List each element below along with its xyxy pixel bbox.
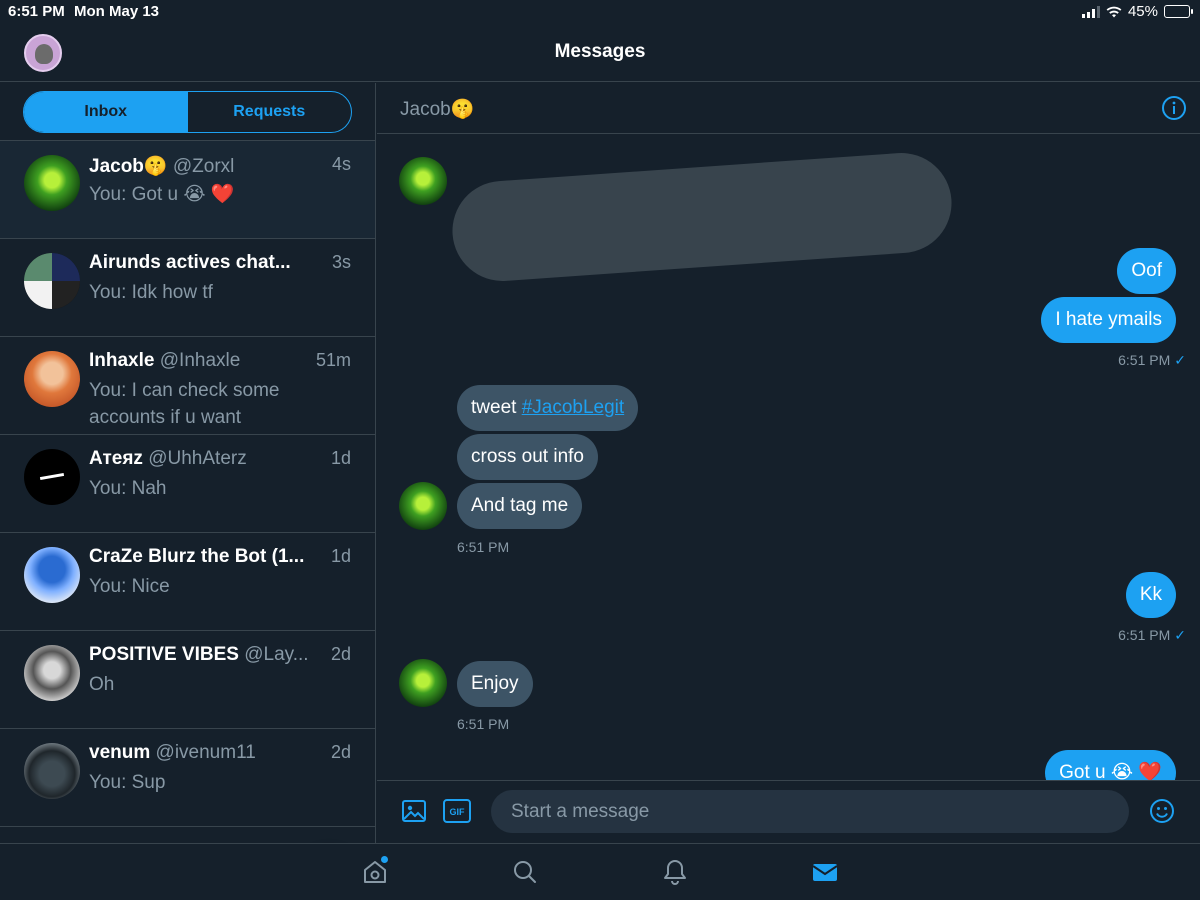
message-bubble[interactable]: Kk xyxy=(1125,572,1176,618)
tab-search[interactable] xyxy=(512,858,538,891)
message-timestamp: 6:51 PM xyxy=(457,539,510,555)
unread-dot xyxy=(381,856,388,863)
emoji-icon xyxy=(1150,799,1174,823)
conversation-preview: You: Nah xyxy=(89,478,167,499)
notifications-icon xyxy=(664,860,686,885)
battery-icon xyxy=(1164,5,1193,18)
conversation-item[interactable]: venum @ivenum11 2d You: Sup xyxy=(0,729,375,827)
conversation-item[interactable]: CraZe Blurz the Bot (1... 1d You: Nice xyxy=(0,533,375,631)
conversation-handle: @Zorxl xyxy=(172,156,235,177)
sender-avatar xyxy=(399,482,447,530)
status-date: Mon May 13 xyxy=(74,3,160,20)
avatar xyxy=(24,155,80,211)
conversation-item[interactable]: Inhaxle @Inhaxle 51m You: I can check so… xyxy=(0,337,375,435)
avatar xyxy=(24,351,80,407)
svg-text:GIF: GIF xyxy=(450,807,466,817)
avatar xyxy=(24,547,80,603)
conversation-name: venum xyxy=(89,742,151,763)
chat-header: Jacob🤫 xyxy=(377,83,1200,134)
message-bubble[interactable]: Got u 😭 ❤️ xyxy=(1045,750,1176,780)
conversation-name: Inhaxle xyxy=(89,350,155,371)
message-bubble[interactable]: tweet #JacobLegit xyxy=(457,385,639,431)
conversation-time: 2d xyxy=(330,742,351,762)
messages-icon xyxy=(812,864,838,881)
conversation-item[interactable]: Airunds actives chat... 3s You: Idk how … xyxy=(0,239,375,337)
conversation-handle: @Inhaxle xyxy=(159,350,241,371)
page-title: Messages xyxy=(554,41,646,62)
message-thread: Oof I hate ymails 6:51 PM ✓ tweet #JacobL… xyxy=(377,135,1200,780)
emoji-button[interactable] xyxy=(1149,798,1175,829)
info-icon xyxy=(1162,96,1186,120)
conversation-preview: You: Idk how tf xyxy=(89,282,213,303)
message-input[interactable]: Start a message xyxy=(491,790,1129,833)
conversation-time: 51m xyxy=(315,350,351,370)
tab-inbox[interactable]: Inbox xyxy=(24,92,188,132)
conversation-time: 3s xyxy=(331,252,351,272)
conversation-item[interactable]: POSITIVE VIBES @Lay... 2d Oh xyxy=(0,631,375,729)
message-bubble[interactable]: And tag me xyxy=(457,483,583,529)
conversation-preview: You: Sup xyxy=(89,772,166,793)
hashtag-link[interactable]: #JacobLegit xyxy=(522,397,624,418)
status-indicators: 45% xyxy=(1081,3,1193,20)
chat-pane: Jacob🤫 Oof I hate ymails 6:51 PM ✓ tweet … xyxy=(377,83,1200,843)
conversation-item[interactable]: Атеяz @UhhAterz 1d You: Nah xyxy=(0,435,375,533)
wifi-icon xyxy=(1106,6,1122,17)
conversation-preview: You: Nice xyxy=(89,576,170,597)
conversation-info-button[interactable] xyxy=(1161,95,1187,126)
message-composer: GIF Start a message xyxy=(377,780,1200,843)
conversation-preview: Oh xyxy=(89,674,115,695)
status-bar: 6:51 PM Mon May 13 45% xyxy=(0,0,1200,24)
tab-home[interactable] xyxy=(362,856,388,891)
conversation-handle: @UhhAterz xyxy=(148,448,247,469)
tab-messages[interactable] xyxy=(812,858,838,891)
message-bubble[interactable]: Enjoy xyxy=(457,661,533,707)
search-icon xyxy=(514,861,536,883)
inbox-requests-switch: Inbox Requests xyxy=(23,91,352,133)
status-time: 6:51 PM xyxy=(8,3,65,20)
message-timestamp: 6:51 PM xyxy=(457,716,510,732)
message-timestamp: 6:51 PM ✓ xyxy=(1118,352,1186,368)
top-navigation: Messages xyxy=(0,24,1200,82)
avatar xyxy=(24,449,80,505)
sender-avatar xyxy=(399,659,447,707)
battery-percent: 45% xyxy=(1127,3,1158,20)
conversation-list: Jacob🤫 @Zorxl 4s You: Got u 😭 ❤️ Airunds… xyxy=(0,140,375,827)
tab-requests[interactable]: Requests xyxy=(188,92,352,132)
message-bubble[interactable]: I hate ymails xyxy=(1041,297,1176,343)
conversation-preview: You: I can check some accounts if u want xyxy=(89,380,280,428)
message-bubble[interactable]: Oof xyxy=(1117,248,1176,294)
conversation-time: 1d xyxy=(330,448,351,468)
chat-title[interactable]: Jacob🤫 xyxy=(400,97,474,121)
conversation-name: CraZe Blurz the Bot (1... xyxy=(89,546,305,567)
conversation-item[interactable]: Jacob🤫 @Zorxl 4s You: Got u 😭 ❤️ xyxy=(0,141,375,239)
image-icon xyxy=(402,800,426,822)
avatar xyxy=(24,743,80,799)
conversation-handle: @Lay... xyxy=(244,644,309,665)
gif-icon: GIF xyxy=(443,799,471,823)
group-avatar xyxy=(24,253,80,309)
add-gif-button[interactable]: GIF xyxy=(443,798,471,829)
bottom-tab-bar xyxy=(0,843,1200,900)
conversation-time: 4s xyxy=(331,154,351,174)
conversation-time: 1d xyxy=(330,546,351,566)
message-bubble[interactable]: cross out info xyxy=(457,434,598,480)
tab-notifications[interactable] xyxy=(662,858,688,891)
conversation-name: POSITIVE VIBES xyxy=(89,644,239,665)
conversation-pane: Inbox Requests Jacob🤫 @Zorxl 4s You: Got… xyxy=(0,83,376,843)
add-photo-button[interactable] xyxy=(401,798,427,829)
conversation-name: Airunds actives chat... xyxy=(89,252,291,273)
conversation-name: Атеяz xyxy=(89,448,143,469)
conversation-handle: @ivenum11 xyxy=(155,742,256,763)
conversation-time: 2d xyxy=(330,644,351,664)
sender-avatar xyxy=(399,157,447,205)
avatar xyxy=(24,645,80,701)
conversation-preview: You: Got u 😭 ❤️ xyxy=(89,184,235,205)
conversation-name: Jacob🤫 xyxy=(89,156,168,177)
cellular-signal-icon xyxy=(1081,5,1100,18)
message-timestamp: 6:51 PM ✓ xyxy=(1118,627,1186,643)
redacted-message xyxy=(449,149,955,285)
